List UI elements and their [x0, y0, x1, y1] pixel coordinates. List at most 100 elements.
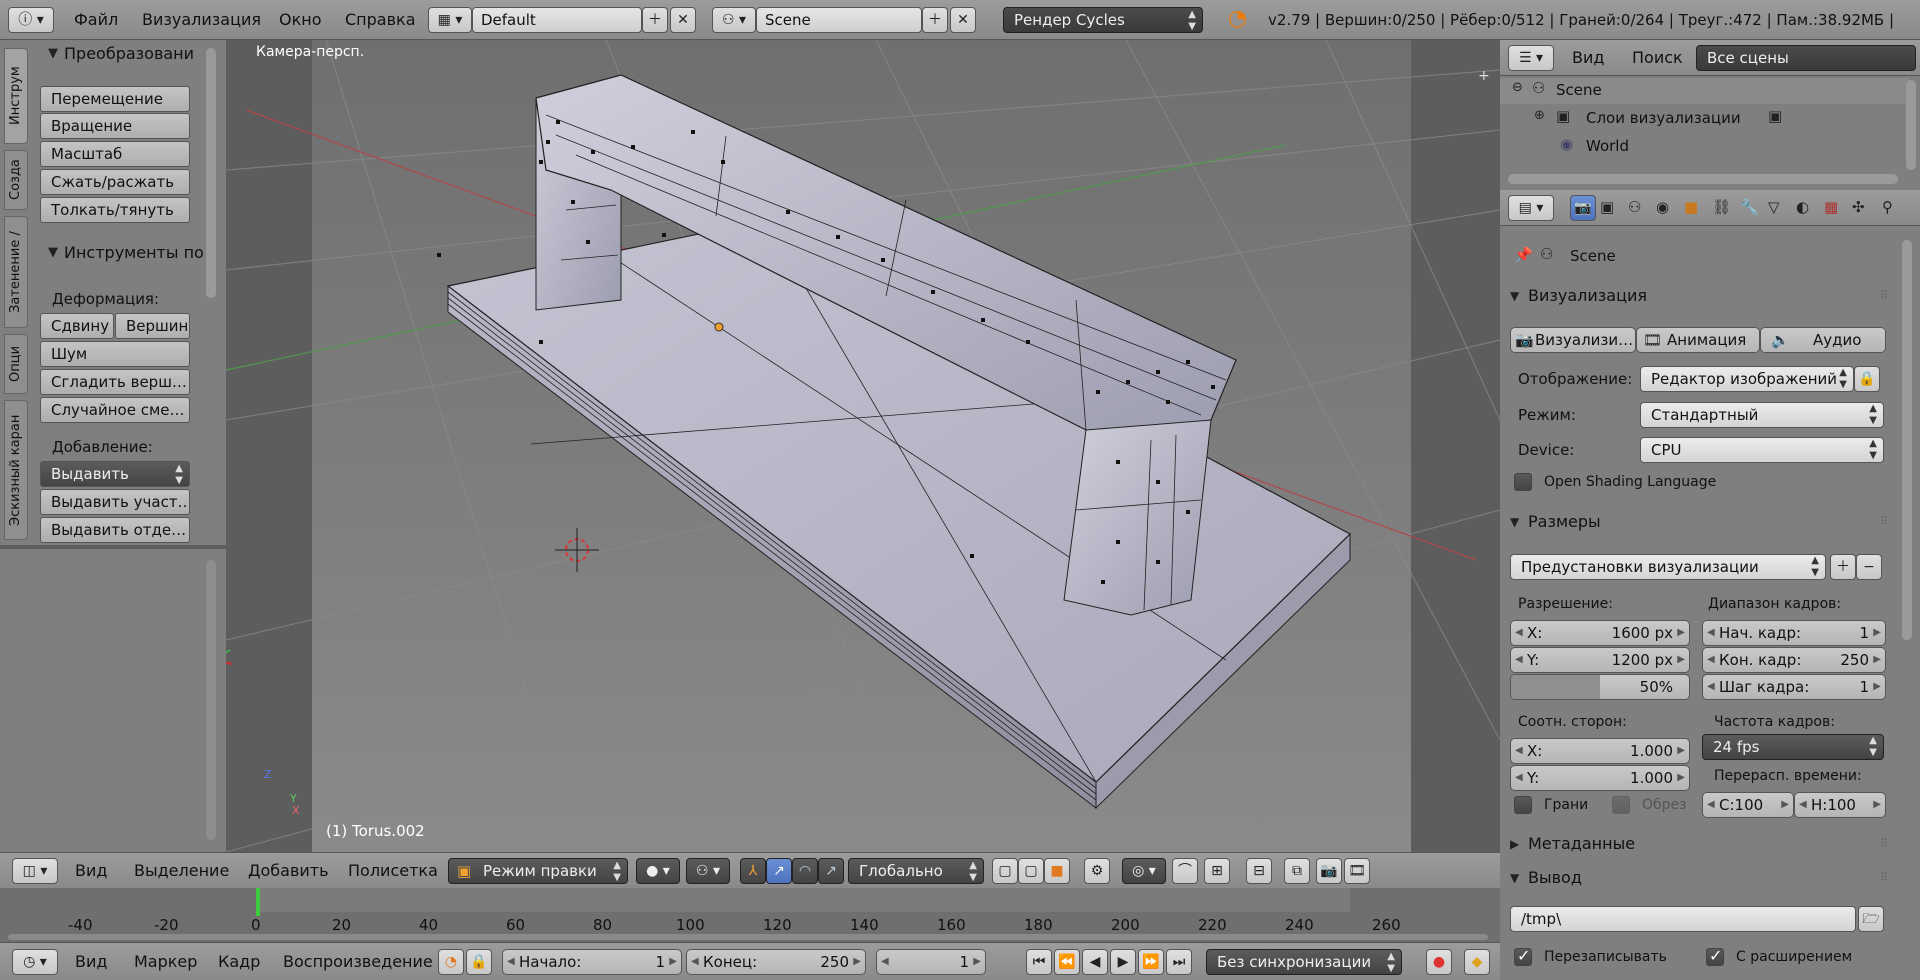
- tl-menu-frame[interactable]: Кадр: [218, 952, 260, 971]
- menu-window[interactable]: Окно: [279, 0, 322, 40]
- randomize-button[interactable]: Случайное сме…: [40, 397, 190, 423]
- jump-end-icon[interactable]: ⏭: [1166, 949, 1192, 975]
- outliner-row-render-layers[interactable]: ⊕ ▣ Слои визуализации ▣: [1500, 106, 1910, 132]
- physics-context-icon[interactable]: ⚲: [1882, 198, 1893, 216]
- tab-create[interactable]: Созда: [4, 150, 28, 210]
- opengl-render-icon[interactable]: ⧉: [1284, 858, 1310, 884]
- render-layers-context-icon[interactable]: ▣: [1600, 198, 1614, 216]
- resolution-percentage-slider[interactable]: 50%: [1510, 674, 1690, 700]
- sync-mode-select[interactable]: Без синхронизации ▲ ▼: [1206, 949, 1402, 975]
- frame-step-field[interactable]: ◀ Шаг кадра: 1 ▶: [1702, 674, 1886, 700]
- vp-menu-mesh[interactable]: Полисетка: [348, 861, 438, 880]
- play-icon[interactable]: ▶: [1110, 949, 1136, 975]
- remove-layout-button[interactable]: ✕: [670, 7, 696, 33]
- render-tab-still[interactable]: 📷 Визуализи…: [1510, 327, 1636, 353]
- extrude-select[interactable]: Выдавить ▲ ▼: [40, 461, 190, 487]
- shrink-fatten-button[interactable]: Сжать/расжать: [40, 169, 190, 195]
- auto-keying-record-icon[interactable]: ●: [1426, 949, 1452, 975]
- noise-button[interactable]: Шум: [40, 341, 190, 367]
- timeline-area[interactable]: -40 -20 0 20 40 60 80 100 120 140 160 18…: [0, 888, 1500, 942]
- scale-button[interactable]: Масштаб: [40, 141, 190, 167]
- drag-handle-icon[interactable]: ⠿: [1880, 280, 1888, 312]
- rotate-button[interactable]: Вращение: [40, 113, 190, 139]
- outliner-hscrollbar[interactable]: [1508, 174, 1898, 184]
- resolution-y-field[interactable]: ◀ Y: 1200 px ▶: [1510, 647, 1690, 673]
- constraints-context-icon[interactable]: ⛓: [1712, 198, 1731, 216]
- 3d-viewport[interactable]: Камера-персп. (1) Torus.002 Z Y X +: [226, 40, 1500, 852]
- end-frame-field[interactable]: ◀ Кон. кадр: 250 ▶: [1702, 647, 1886, 673]
- render-engine-select[interactable]: Рендер Cycles ▲ ▼: [1003, 7, 1203, 33]
- scale-manipulator-icon[interactable]: ↗: [818, 858, 844, 884]
- material-context-icon[interactable]: ◐: [1796, 198, 1809, 216]
- extrude-individual-button[interactable]: Выдавить отде…: [40, 517, 190, 543]
- editor-type-info-button[interactable]: ⓘ ▾: [8, 7, 54, 33]
- tl-menu-playback[interactable]: Воспроизведение: [283, 952, 433, 971]
- border-checkbox[interactable]: [1514, 796, 1532, 814]
- slide-edge-button[interactable]: Сдвину: [40, 313, 114, 339]
- output-path-field[interactable]: /tmp\: [1510, 906, 1856, 932]
- scene-field[interactable]: Scene: [756, 7, 922, 33]
- proportional-edit-button[interactable]: ◎ ▾: [1122, 858, 1166, 884]
- tools-collapse-icon[interactable]: ▼: [48, 245, 58, 260]
- snap-toggle-icon[interactable]: ⌒: [1172, 858, 1198, 884]
- frame-rate-select[interactable]: 24 fps ▲ ▼: [1702, 734, 1884, 760]
- outliner-menu-view[interactable]: Вид: [1572, 48, 1604, 67]
- end-frame-field[interactable]: ◀ Конец: 250 ▶: [686, 949, 866, 975]
- drag-handle-icon[interactable]: ⠿: [1880, 828, 1888, 860]
- jump-keyframe-forward-icon[interactable]: ⏩: [1138, 949, 1164, 975]
- world-context-icon[interactable]: ◉: [1656, 198, 1669, 216]
- tab-shading[interactable]: Затенение /: [4, 216, 28, 328]
- push-pull-button[interactable]: Толкать/тянуть: [40, 197, 190, 223]
- vp-menu-view[interactable]: Вид: [75, 861, 107, 880]
- properties-scrollbar[interactable]: [1902, 240, 1912, 640]
- display-select[interactable]: Редактор изображений ▲ ▼: [1640, 366, 1854, 392]
- timeline-scrollbar[interactable]: [8, 934, 1488, 940]
- face-select-mode-icon[interactable]: ■: [1044, 858, 1070, 884]
- object-context-icon[interactable]: ■: [1684, 198, 1698, 216]
- lock-range-icon[interactable]: 🔒: [466, 949, 492, 975]
- slide-vertex-button[interactable]: Вершин: [115, 313, 190, 339]
- pin-icon[interactable]: 📌: [1514, 246, 1533, 264]
- menu-help[interactable]: Справка: [345, 0, 416, 40]
- layout-field[interactable]: Default: [472, 7, 642, 33]
- overwrite-checkbox[interactable]: [1514, 946, 1532, 966]
- aspect-x-field[interactable]: ◀ X: 1.000 ▶: [1510, 738, 1690, 764]
- remove-preset-button[interactable]: −: [1856, 554, 1882, 580]
- browse-folder-icon[interactable]: 🗁: [1858, 906, 1884, 932]
- mode-select[interactable]: ▣ Режим правки ▲ ▼: [448, 858, 628, 884]
- output-panel-header[interactable]: ▼ Вывод ⠿: [1510, 862, 1896, 894]
- scene-icon[interactable]: ⚇ ▾: [712, 7, 756, 33]
- mesh-tools-panel-header[interactable]: Инструменты по: [64, 243, 204, 262]
- editor-type-properties-button[interactable]: ▤ ▾: [1508, 195, 1554, 221]
- preview-range-icon[interactable]: ◔: [438, 949, 464, 975]
- render-animation-icon[interactable]: 🎞: [1344, 858, 1370, 884]
- jump-keyframe-back-icon[interactable]: ⏪: [1054, 949, 1080, 975]
- tab-tools[interactable]: Инструм: [4, 48, 28, 144]
- remove-scene-button[interactable]: ✕: [950, 7, 976, 33]
- crop-checkbox[interactable]: [1612, 796, 1630, 814]
- metadata-panel-header[interactable]: ▶ Метаданные ⠿: [1510, 828, 1896, 860]
- vertex-select-mode-icon[interactable]: ▢: [992, 858, 1018, 884]
- tl-menu-view[interactable]: Вид: [75, 952, 107, 971]
- scene-context-icon[interactable]: ⚇: [1628, 198, 1641, 216]
- vp-menu-select[interactable]: Выделение: [134, 861, 229, 880]
- file-extensions-checkbox[interactable]: [1706, 946, 1724, 966]
- particles-context-icon[interactable]: ✣: [1852, 198, 1865, 216]
- start-frame-field[interactable]: ◀ Нач. кадр: 1 ▶: [1702, 620, 1886, 646]
- tl-menu-marker[interactable]: Маркер: [134, 952, 197, 971]
- viewport-split-plus-icon[interactable]: +: [1478, 68, 1490, 84]
- collapse-icon[interactable]: ⊖: [1512, 80, 1523, 95]
- outliner-display-select[interactable]: Все сцены: [1696, 45, 1916, 71]
- menu-file[interactable]: Файл: [74, 0, 118, 40]
- manipulator-toggle-icon[interactable]: ⅄: [740, 858, 766, 884]
- snap-element-icon[interactable]: ⊞: [1204, 858, 1230, 884]
- feature-set-select[interactable]: Стандартный ▲ ▼: [1640, 402, 1884, 428]
- lock-interface-icon[interactable]: 🔒: [1854, 366, 1880, 392]
- jump-start-icon[interactable]: ⏮: [1026, 949, 1052, 975]
- render-still-icon[interactable]: 📷: [1316, 858, 1342, 884]
- drag-handle-icon[interactable]: ⠿: [1880, 862, 1888, 894]
- vp-menu-add[interactable]: Добавить: [248, 861, 329, 880]
- lower-panel-scrollbar[interactable]: [206, 560, 216, 840]
- translate-button[interactable]: Перемещение: [40, 86, 190, 112]
- add-preset-button[interactable]: ＋: [1830, 554, 1856, 580]
